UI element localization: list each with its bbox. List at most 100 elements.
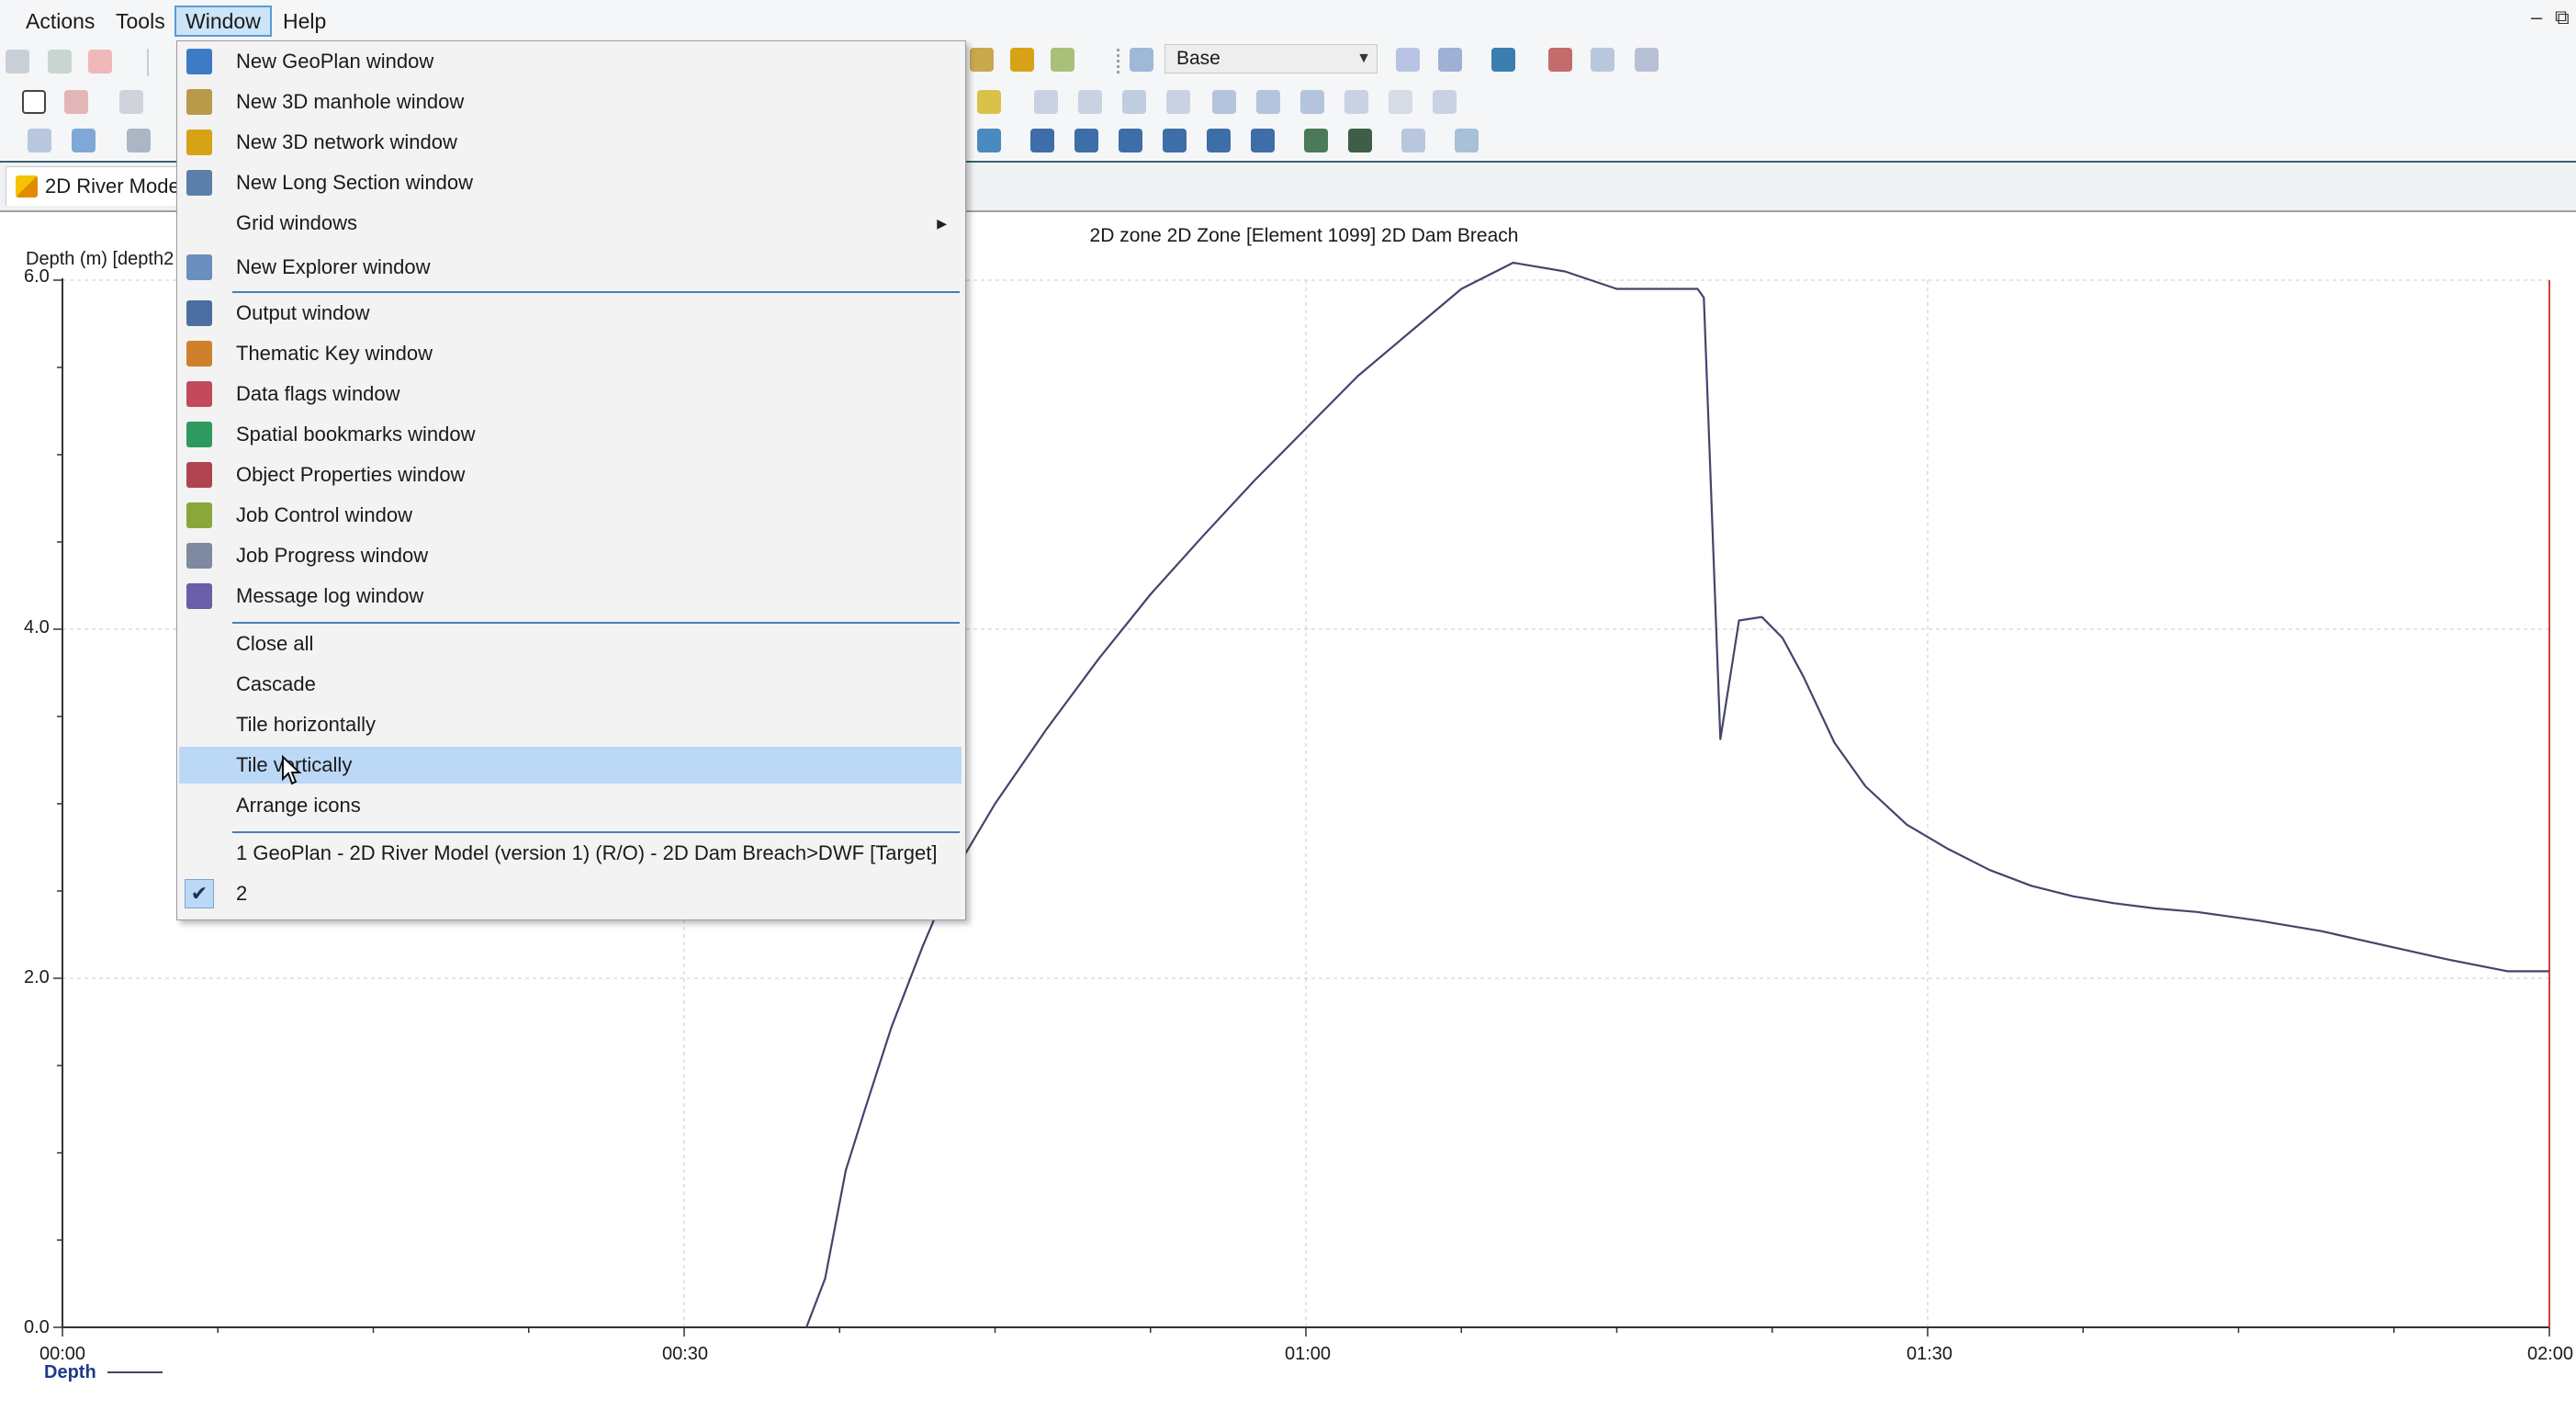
menu-item-tile-horizontally[interactable]: Tile horizontally	[179, 706, 962, 743]
long-section-icon	[186, 170, 212, 196]
minimize-icon[interactable]: –	[2531, 6, 2542, 29]
submenu-arrow-icon: ▶	[937, 216, 947, 231]
menu-item-job-control-window[interactable]: Job Control window	[179, 497, 962, 534]
window-tool-icon[interactable]	[1401, 129, 1425, 152]
menu-item-output-window[interactable]: Output window	[179, 295, 962, 332]
menu-help[interactable]: Help	[274, 6, 335, 37]
menu-item-job-progress-window[interactable]: Job Progress window	[179, 537, 962, 574]
menu-item-object-properties-window[interactable]: Object Properties window	[179, 457, 962, 493]
edit-tool-icon[interactable]	[1344, 90, 1368, 114]
menu-item-arrange-icons[interactable]: Arrange icons	[179, 787, 962, 824]
toolbar-separator	[147, 49, 149, 76]
validation-icon[interactable]	[1548, 48, 1572, 72]
menu-item-grid-windows[interactable]: Grid windows ▶	[179, 205, 962, 242]
commit-icon[interactable]	[1591, 48, 1614, 72]
simulation-tool-icon[interactable]	[1348, 129, 1372, 152]
legend-entry-depth: Depth	[44, 1362, 96, 1382]
restore-icon[interactable]: ⧉	[2555, 6, 2570, 29]
thematic-key-icon	[186, 341, 212, 367]
link-tool-2-icon[interactable]	[1078, 90, 1102, 114]
scenario-action-icon[interactable]	[1396, 48, 1420, 72]
results-tool-5-icon[interactable]	[1207, 129, 1231, 152]
zoom-tool-icon[interactable]	[28, 129, 51, 152]
scenario-icon[interactable]	[1130, 48, 1153, 72]
data-flags-icon	[186, 381, 212, 407]
network-3d-icon	[186, 130, 212, 155]
properties-tool-icon[interactable]	[1455, 129, 1479, 152]
link-tool-icon[interactable]	[1034, 90, 1058, 114]
y-tick-label: 6.0	[24, 266, 50, 287]
polygon-tool-2-icon[interactable]	[1256, 90, 1280, 114]
menu-tools[interactable]: Tools	[107, 6, 174, 37]
menu-item-cascade[interactable]: Cascade	[179, 666, 962, 703]
menu-window[interactable]: Window	[174, 6, 272, 37]
menu-separator	[232, 831, 960, 833]
menu-item-new-3d-manhole-window[interactable]: New 3D manhole window	[179, 84, 962, 120]
refresh-icon[interactable]	[88, 50, 112, 73]
menu-item-new-geoplan-window[interactable]: New GeoPlan window	[179, 43, 962, 80]
menu-item-open-window-1[interactable]: 1 GeoPlan - 2D River Model (version 1) (…	[179, 835, 962, 872]
job-progress-icon	[186, 543, 212, 569]
network-tool-icon[interactable]	[1010, 48, 1034, 72]
layer-tool-icon[interactable]	[977, 129, 1001, 152]
link-tool-4-icon[interactable]	[1166, 90, 1190, 114]
pan-tool-icon[interactable]	[72, 129, 96, 152]
legend-line-swatch	[107, 1371, 163, 1373]
menu-item-spatial-bookmarks-window[interactable]: Spatial bookmarks window	[179, 416, 962, 453]
menubar: Actions Tools Window Help – ⧉	[0, 0, 2576, 43]
y-tick-label: 2.0	[24, 967, 50, 987]
results-tool-2-icon[interactable]	[1074, 129, 1098, 152]
results-tool-6-icon[interactable]	[1251, 129, 1275, 152]
toolbar-grip	[1117, 49, 1119, 74]
profile-tool-icon[interactable]	[1304, 129, 1328, 152]
redo-icon[interactable]	[48, 50, 72, 73]
menu-item-message-log-window[interactable]: Message log window	[179, 578, 962, 615]
menu-item-data-flags-window[interactable]: Data flags window	[179, 376, 962, 412]
chart-legend: Depth	[44, 1362, 163, 1383]
geoplan-icon	[186, 49, 212, 74]
explorer-icon	[186, 254, 212, 280]
scenario-compare-icon[interactable]	[1438, 48, 1462, 72]
menu-separator	[232, 291, 960, 293]
manhole-tool-icon[interactable]	[970, 48, 994, 72]
find-node-icon[interactable]	[977, 90, 1001, 114]
menu-item-thematic-key-window[interactable]: Thematic Key window	[179, 335, 962, 372]
scenario-select[interactable]: Base ▼	[1164, 44, 1378, 73]
tab-2d-river-model[interactable]: 2D River Model	[6, 166, 195, 206]
tab-label: 2D River Model	[45, 175, 185, 197]
network-check-icon[interactable]	[1491, 48, 1515, 72]
results-tool-3-icon[interactable]	[1119, 129, 1142, 152]
update-icon[interactable]	[1635, 48, 1659, 72]
split-tool-icon[interactable]	[1433, 90, 1457, 114]
add-point-icon[interactable]	[1389, 90, 1412, 114]
y-tick-label: 0.0	[24, 1317, 50, 1337]
menu-item-close-all[interactable]: Close all	[179, 626, 962, 662]
x-tick-label: 02:00	[2526, 1344, 2574, 1364]
grid-tool-icon[interactable]	[1051, 48, 1074, 72]
polygon-tool-icon[interactable]	[1212, 90, 1236, 114]
job-control-icon	[186, 502, 212, 528]
link-tool-3-icon[interactable]	[1122, 90, 1146, 114]
x-tick-label: 01:30	[1906, 1344, 1953, 1364]
x-tick-label: 00:30	[661, 1344, 709, 1364]
scenario-select-value: Base	[1176, 48, 1221, 69]
message-log-icon	[186, 583, 212, 609]
chart-title: 2D zone 2D Zone [Element 1099] 2D Dam Br…	[1089, 225, 1519, 246]
x-tick-label: 01:00	[1284, 1344, 1332, 1364]
menu-item-new-3d-network-window[interactable]: New 3D network window	[179, 124, 962, 161]
results-tool-icon[interactable]	[1030, 129, 1054, 152]
polygon-tool-3-icon[interactable]	[1300, 90, 1324, 114]
deselect-icon[interactable]	[119, 90, 143, 114]
select-area-icon[interactable]	[64, 90, 88, 114]
menu-item-new-explorer-window[interactable]: New Explorer window	[179, 249, 962, 286]
menu-item-open-window-2[interactable]: ✔ 2	[179, 875, 962, 912]
menu-separator	[232, 622, 960, 624]
geoplan-tab-icon	[16, 175, 38, 197]
output-icon	[186, 300, 212, 326]
undo-icon[interactable]	[6, 50, 29, 73]
select-tool-icon[interactable]	[22, 90, 46, 114]
menu-item-new-long-section-window[interactable]: New Long Section window	[179, 164, 962, 201]
zoom-extent-icon[interactable]	[127, 129, 151, 152]
menu-actions[interactable]: Actions	[17, 6, 104, 37]
results-tool-4-icon[interactable]	[1163, 129, 1187, 152]
